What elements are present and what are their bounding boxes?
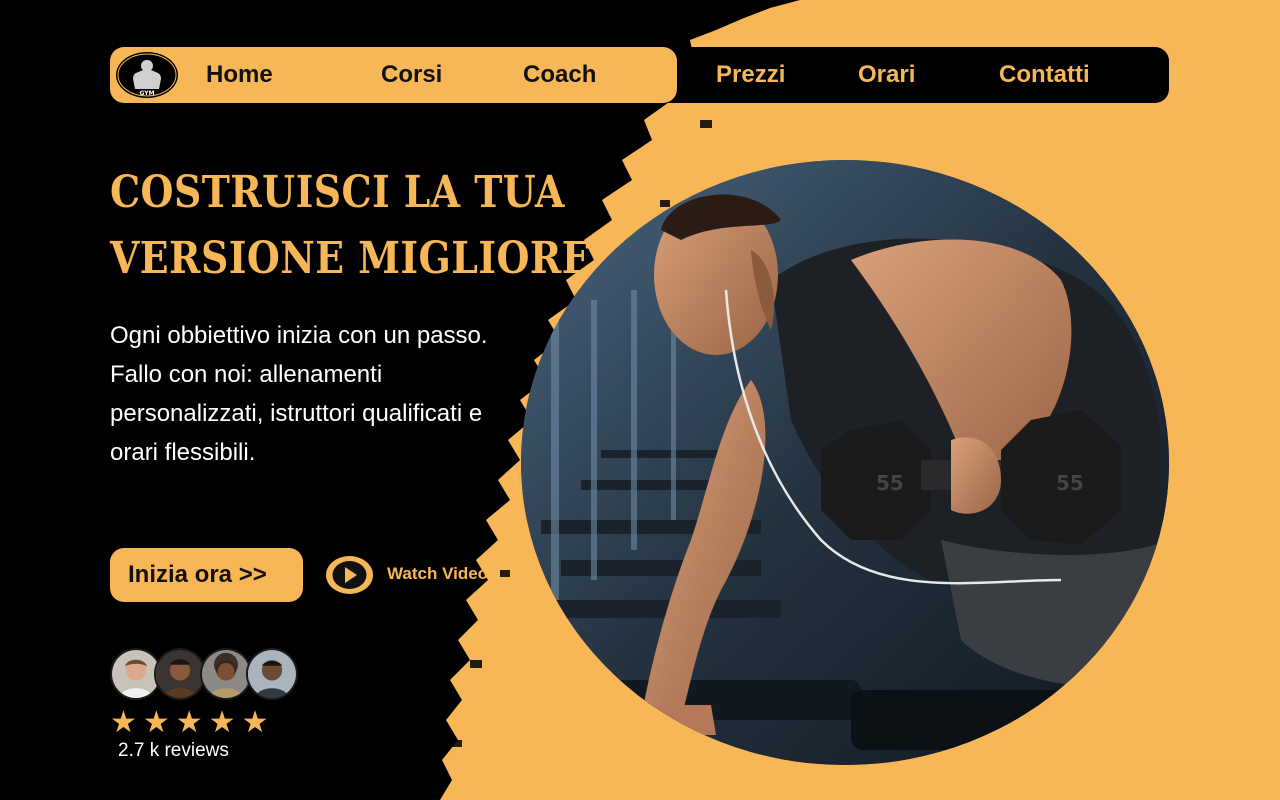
main-navbar: GYM Home Corsi Coach Prezzi Orari Contat… <box>110 47 1169 103</box>
play-icon[interactable] <box>326 556 373 594</box>
headline-line-2: versione migliore <box>110 233 592 284</box>
avatar <box>154 648 206 700</box>
nav-link-contatti[interactable]: Contatti <box>999 61 1090 89</box>
nav-link-orari[interactable]: Orari <box>858 61 915 89</box>
watch-video-link[interactable]: Watch Video <box>387 564 488 584</box>
nav-link-coach[interactable]: Coach <box>523 61 596 89</box>
nav-link-home[interactable]: Home <box>206 61 273 89</box>
svg-text:55: 55 <box>1056 471 1084 495</box>
svg-text:GYM: GYM <box>139 90 154 97</box>
review-count: 2.7 k reviews <box>118 740 229 761</box>
avatar <box>246 648 298 700</box>
avatar <box>200 648 252 700</box>
hero-subtext: Ogni obbiettivo inizia con un passo. Fal… <box>110 322 488 466</box>
nav-link-corsi[interactable]: Corsi <box>381 61 442 89</box>
hero-headline: Costruisci la tua versione migliore <box>110 160 592 292</box>
start-now-button[interactable]: Inizia ora >> <box>110 548 303 602</box>
gym-logo-icon[interactable]: GYM <box>116 52 178 98</box>
nav-link-prezzi[interactable]: Prezzi <box>716 61 785 89</box>
headline-line-1: Costruisci la tua <box>110 167 565 218</box>
reviewer-avatars <box>110 648 300 700</box>
rating-stars: ★★★★★ <box>110 705 275 740</box>
svg-text:55: 55 <box>876 471 904 495</box>
athlete-dumbbell-photo: 55 55 <box>521 160 1169 765</box>
